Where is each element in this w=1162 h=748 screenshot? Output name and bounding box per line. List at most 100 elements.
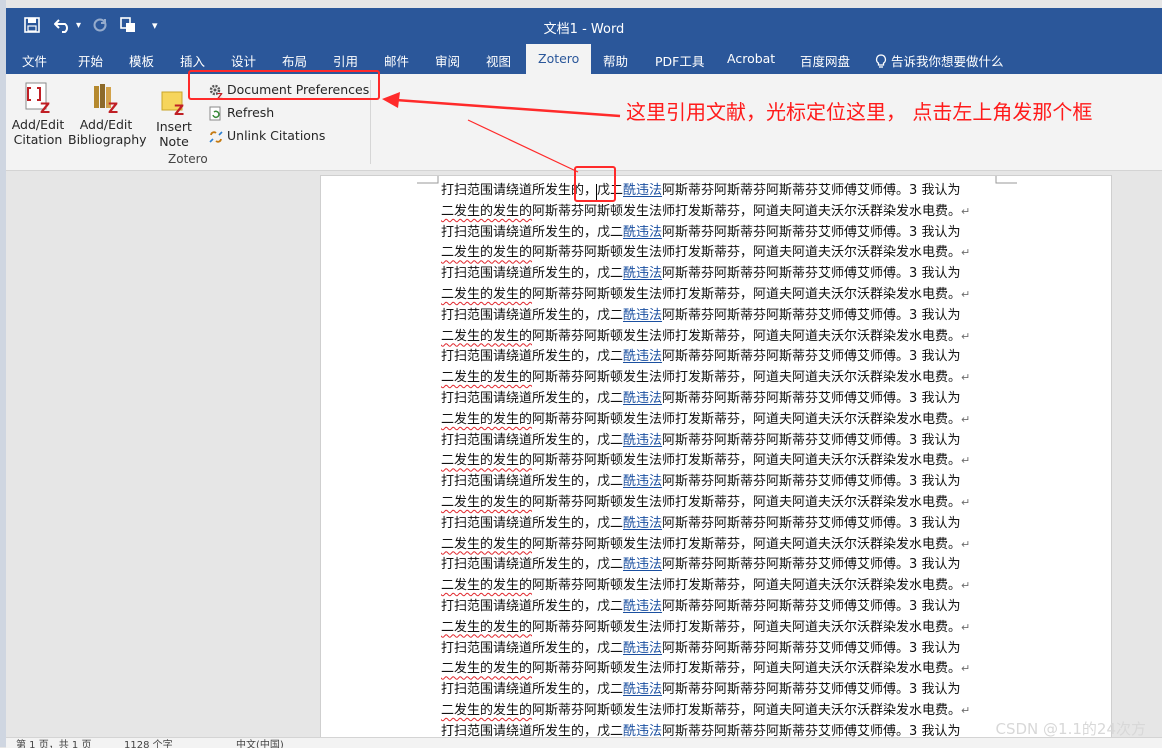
tab-review[interactable]: 审阅 [435,51,460,70]
document-line[interactable]: 打扫范围请绕道所发生的，戊二酰违法阿斯蒂芬阿斯蒂芬阿斯蒂芬艾师傅艾师傅。3 我认… [441,514,1011,535]
line-text: 阿斯蒂芬阿斯顿发生法师打发斯蒂芬，阿道夫阿道夫沃尔沃群染发水电费。 [532,245,962,261]
line-text: 阿斯蒂芬阿斯顿发生法师打发斯蒂芬，阿道夫阿道夫沃尔沃群染发水电费。 [532,370,962,386]
hyperlink-text[interactable]: 酰违法 [623,516,662,531]
document-line[interactable]: 打扫范围请绕道所发生的，戊二酰违法阿斯蒂芬阿斯蒂芬阿斯蒂芬艾师傅艾师傅。3 我认… [441,555,1011,576]
tab-zotero[interactable]: Zotero [526,44,592,74]
document-page[interactable]: 打扫范围请绕道所发生的，戊二酰违法阿斯蒂芬阿斯蒂芬阿斯蒂芬艾师傅艾师傅。3 我认… [320,175,1112,741]
hyperlink-text[interactable]: 酰违法 [623,682,662,697]
hyperlink-text[interactable]: 酰违法 [623,641,662,656]
tab-home[interactable]: 开始 [78,51,103,70]
tab-insert[interactable]: 插入 [180,51,205,70]
line-text: 阿斯蒂芬阿斯蒂芬阿斯蒂芬艾师傅艾师傅。 [662,349,910,365]
tab-pdf-tools[interactable]: PDF工具 [655,51,704,70]
line-text: 3 我认为 [909,598,961,614]
line-text: 3 我认为 [909,557,961,573]
status-pages[interactable]: 第 1 页，共 1 页 [16,738,91,748]
document-line[interactable]: 二发生的发生的阿斯蒂芬阿斯顿发生法师打发斯蒂芬，阿道夫阿道夫沃尔沃群染发水电费。… [441,368,1011,389]
svg-text:Z: Z [40,101,50,114]
tab-design[interactable]: 设计 [231,51,256,70]
hyperlink-text[interactable]: 酰违法 [623,391,662,406]
spellcheck-text: 二发生的发生的 [441,411,533,427]
line-text: 阿斯蒂芬阿斯顿发生法师打发斯蒂芬，阿道夫阿道夫沃尔沃群染发水电费。 [532,411,962,427]
document-line[interactable]: 二发生的发生的阿斯蒂芬阿斯顿发生法师打发斯蒂芬，阿道夫阿道夫沃尔沃群染发水电费。… [441,493,1011,514]
line-text: 打扫范围请绕道所发生的，戊二 [441,307,624,323]
refresh-button[interactable]: Refresh [208,103,274,123]
tab-references[interactable]: 引用 [333,51,358,70]
hyperlink-text[interactable]: 酰违法 [623,183,662,198]
status-word-count[interactable]: 1128 个字 [124,738,173,748]
page-corner-mark [417,176,439,184]
line-text: 打扫范围请绕道所发生的，戊二 [441,557,624,573]
tab-templates[interactable]: 模板 [129,51,154,70]
unlink-citations-button[interactable]: Unlink Citations [208,126,325,146]
document-line[interactable]: 二发生的发生的阿斯蒂芬阿斯顿发生法师打发斯蒂芬，阿道夫阿道夫沃尔沃群染发水电费。… [441,243,1011,264]
tab-help[interactable]: 帮助 [603,51,628,70]
tab-mailings[interactable]: 邮件 [384,51,409,70]
document-line[interactable]: 打扫范围请绕道所发生的，戊二酰违法阿斯蒂芬阿斯蒂芬阿斯蒂芬艾师傅艾师傅。3 我认… [441,639,1011,660]
paragraph-mark-icon: ↵ [961,579,971,593]
document-line[interactable]: 二发生的发生的阿斯蒂芬阿斯顿发生法师打发斯蒂芬，阿道夫阿道夫沃尔沃群染发水电费。… [441,327,1011,348]
line-text: 3 我认为 [909,266,961,282]
document-line[interactable]: 二发生的发生的阿斯蒂芬阿斯顿发生法师打发斯蒂芬，阿道夫阿道夫沃尔沃群染发水电费。… [441,202,1011,223]
document-line[interactable]: 二发生的发生的阿斯蒂芬阿斯顿发生法师打发斯蒂芬，阿道夫阿道夫沃尔沃群染发水电费。… [441,659,1011,680]
line-text: 阿斯蒂芬阿斯蒂芬阿斯蒂芬艾师傅艾师傅。 [662,557,910,573]
tab-file[interactable]: 文件 [22,51,47,70]
paragraph-mark-icon: ↵ [961,204,971,218]
spellcheck-text: 二发生的发生的 [441,328,533,344]
svg-text:Z: Z [174,103,184,116]
hyperlink-text[interactable]: 酰违法 [623,599,662,614]
bibliography-label-1: Add/Edit [79,117,133,132]
tab-acrobat[interactable]: Acrobat [727,51,775,66]
svg-text:Z: Z [108,101,118,114]
line-text: 打扫范围请绕道所发生的，戊二 [441,432,624,448]
add-edit-bibliography-button[interactable]: Z Add/Edit Bibliography [68,82,147,147]
paragraph-mark-icon: ↵ [961,371,971,385]
document-line[interactable]: 打扫范围请绕道所发生的，戊二酰违法阿斯蒂芬阿斯蒂芬阿斯蒂芬艾师傅艾师傅。3 我认… [441,431,1011,452]
document-line[interactable]: 二发生的发生的阿斯蒂芬阿斯顿发生法师打发斯蒂芬，阿道夫阿道夫沃尔沃群染发水电费。… [441,701,1011,722]
tab-view[interactable]: 视图 [486,51,511,70]
document-line[interactable]: 二发生的发生的阿斯蒂芬阿斯顿发生法师打发斯蒂芬，阿道夫阿道夫沃尔沃群染发水电费。… [441,618,1011,639]
document-line[interactable]: 打扫范围请绕道所发生的，戊二酰违法阿斯蒂芬阿斯蒂芬阿斯蒂芬艾师傅艾师傅。3 我认… [441,306,1011,327]
line-text: 阿斯蒂芬阿斯顿发生法师打发斯蒂芬，阿道夫阿道夫沃尔沃群染发水电费。 [532,286,962,302]
tab-layout[interactable]: 布局 [282,51,307,70]
spellcheck-text: 二发生的发生的 [441,619,533,635]
document-line[interactable]: 二发生的发生的阿斯蒂芬阿斯顿发生法师打发斯蒂芬，阿道夫阿道夫沃尔沃群染发水电费。… [441,285,1011,306]
line-text: 阿斯蒂芬阿斯顿发生法师打发斯蒂芬，阿道夫阿道夫沃尔沃群染发水电费。 [532,203,962,219]
document-line[interactable]: 打扫范围请绕道所发生的，戊二酰违法阿斯蒂芬阿斯蒂芬阿斯蒂芬艾师傅艾师傅。3 我认… [441,680,1011,701]
hyperlink-text[interactable]: 酰违法 [623,349,662,364]
document-line[interactable]: 二发生的发生的阿斯蒂芬阿斯顿发生法师打发斯蒂芬，阿道夫阿道夫沃尔沃群染发水电费。… [441,451,1011,472]
document-line[interactable]: 打扫范围请绕道所发生的，戊二酰违法阿斯蒂芬阿斯蒂芬阿斯蒂芬艾师傅艾师傅。3 我认… [441,264,1011,285]
hyperlink-text[interactable]: 酰违法 [623,225,662,240]
hyperlink-text[interactable]: 酰违法 [623,266,662,281]
hyperlink-text[interactable]: 酰违法 [623,474,662,489]
document-body[interactable]: 打扫范围请绕道所发生的，戊二酰违法阿斯蒂芬阿斯蒂芬阿斯蒂芬艾师傅艾师傅。3 我认… [441,181,1011,740]
tab-baidu-netdisk[interactable]: 百度网盘 [800,51,850,70]
line-text: 3 我认为 [909,224,961,240]
spellcheck-text: 二发生的发生的 [441,661,533,677]
document-line[interactable]: 打扫范围请绕道所发生的，戊二酰违法阿斯蒂芬阿斯蒂芬阿斯蒂芬艾师傅艾师傅。3 我认… [441,347,1011,368]
tell-me-search[interactable]: 告诉我你想要做什么 [875,51,1004,70]
document-line[interactable]: 打扫范围请绕道所发生的，戊二酰违法阿斯蒂芬阿斯蒂芬阿斯蒂芬艾师傅艾师傅。3 我认… [441,389,1011,410]
annotation-box-preferences [188,70,380,100]
document-line[interactable]: 打扫范围请绕道所发生的，戊二酰违法阿斯蒂芬阿斯蒂芬阿斯蒂芬艾师傅艾师傅。3 我认… [441,181,1011,202]
document-line[interactable]: 二发生的发生的阿斯蒂芬阿斯顿发生法师打发斯蒂芬，阿道夫阿道夫沃尔沃群染发水电费。… [441,410,1011,431]
line-text: 打扫范围请绕道所发生的，戊二 [441,224,624,240]
document-line[interactable]: 打扫范围请绕道所发生的，戊二酰违法阿斯蒂芬阿斯蒂芬阿斯蒂芬艾师傅艾师傅。3 我认… [441,472,1011,493]
spellcheck-text: 二发生的发生的 [441,494,533,510]
document-line[interactable]: 打扫范围请绕道所发生的，戊二酰违法阿斯蒂芬阿斯蒂芬阿斯蒂芬艾师傅艾师傅。3 我认… [441,223,1011,244]
add-edit-citation-button[interactable]: Z Add/Edit Citation [10,82,66,147]
ribbon-tabs: 文件 开始 模板 插入 设计 布局 引用 邮件 审阅 视图 Zotero 帮助 … [6,44,1162,74]
line-text: 阿斯蒂芬阿斯蒂芬阿斯蒂芬艾师傅艾师傅。 [662,390,910,406]
status-language[interactable]: 中文(中国) [236,738,284,748]
line-text: 阿斯蒂芬阿斯顿发生法师打发斯蒂芬，阿道夫阿道夫沃尔沃群染发水电费。 [532,702,962,718]
hyperlink-text[interactable]: 酰违法 [623,433,662,448]
line-text: 3 我认为 [909,349,961,365]
hyperlink-text[interactable]: 酰违法 [623,308,662,323]
document-line[interactable]: 二发生的发生的阿斯蒂芬阿斯顿发生法师打发斯蒂芬，阿道夫阿道夫沃尔沃群染发水电费。… [441,535,1011,556]
line-text: 3 我认为 [909,515,961,531]
document-line[interactable]: 二发生的发生的阿斯蒂芬阿斯顿发生法师打发斯蒂芬，阿道夫阿道夫沃尔沃群染发水电费。… [441,576,1011,597]
paragraph-mark-icon: ↵ [961,329,971,343]
paragraph-mark-icon: ↵ [961,662,971,676]
hyperlink-text[interactable]: 酰违法 [623,557,662,572]
document-line[interactable]: 打扫范围请绕道所发生的，戊二酰违法阿斯蒂芬阿斯蒂芬阿斯蒂芬艾师傅艾师傅。3 我认… [441,597,1011,618]
